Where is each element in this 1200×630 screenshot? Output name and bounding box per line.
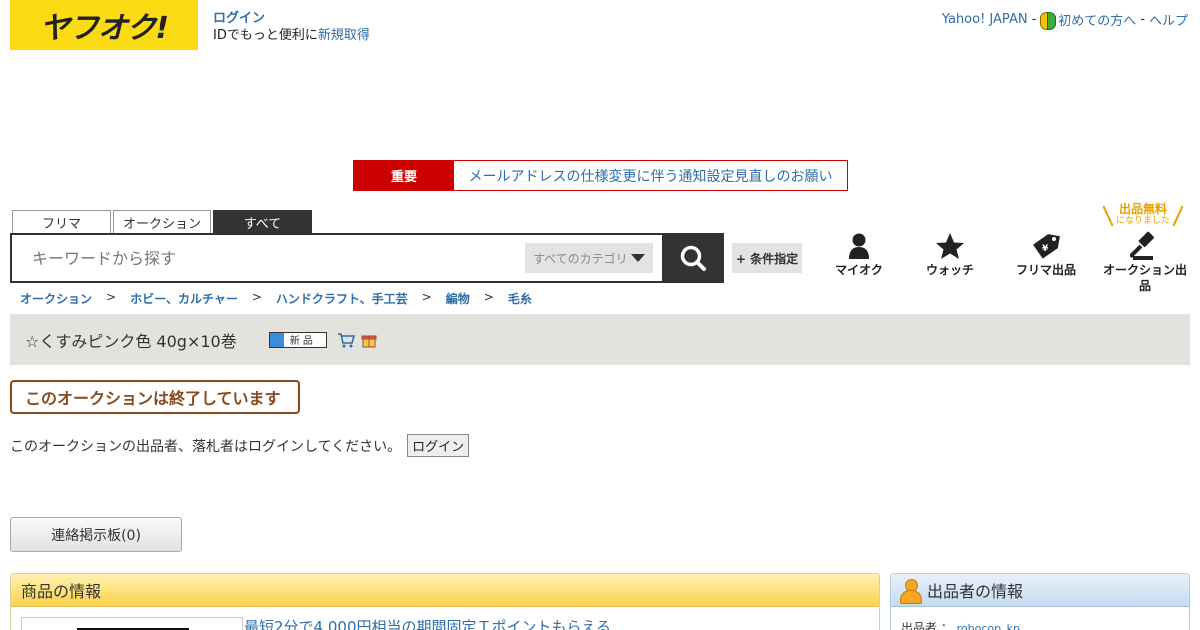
separator: - [1031, 12, 1037, 27]
new-item-badge: 新 品 [268, 331, 327, 348]
flea-listing-label: フリマ出品 [1015, 263, 1076, 277]
seller-person-icon [899, 578, 922, 604]
separator: - [1140, 12, 1145, 27]
search-icon [680, 245, 706, 271]
seller-info-heading: 出品者の情報 [927, 582, 1024, 601]
yahoo-japan-link[interactable]: Yahoo! JAPAN [942, 12, 1028, 27]
seller-id-link[interactable]: robocop_kp [957, 622, 1020, 630]
free-badge-line1: 出品無料 [1118, 202, 1167, 216]
cart-icon [337, 332, 355, 347]
breadcrumb-item[interactable]: 編物 [446, 290, 470, 307]
login-link[interactable]: ログイン [213, 11, 265, 26]
search-input[interactable] [32, 247, 512, 269]
nav-icons: マイオク ウォッチ ¥ フリマ出品 オークション出品 [815, 230, 1200, 293]
breadcrumb: オークション > ホビー、カルチャー > ハンドクラフト、手工芸 > 編物 > … [20, 290, 532, 307]
product-info-heading: 商品の情報 [11, 574, 879, 607]
help-link[interactable]: ヘルプ [1149, 10, 1188, 29]
my-auction-link[interactable]: マイオク [828, 230, 890, 278]
seller-login-prompt-text: このオークションの出品者、落札者はログインしてください。 [10, 438, 402, 455]
free-listing-badge: 出品無料 になりました [1103, 203, 1183, 229]
login-button[interactable]: ログイン [407, 434, 470, 457]
logo-text: ヤフオク! [39, 11, 169, 46]
yahuoku-logo[interactable]: ヤフオク! [10, 0, 198, 50]
search-button[interactable] [662, 233, 724, 283]
user-icon [849, 233, 869, 259]
top-links: Yahoo! JAPAN - 初めての方へ - ヘルプ [942, 10, 1188, 30]
watch-label: ウォッチ [925, 263, 974, 277]
price-tag-icon: ¥ [1033, 234, 1060, 259]
new-badge-icon [269, 332, 284, 347]
tab-all[interactable]: すべて [213, 210, 312, 234]
watch-link[interactable]: ウォッチ [919, 230, 981, 278]
auction-listing-label: オークション出品 [1102, 263, 1187, 293]
important-notice[interactable]: 重要 メールアドレスの仕様変更に伴う通知設定見直しのお願い [353, 160, 848, 191]
breadcrumb-separator: > [251, 290, 262, 304]
seller-label: 出品者 ： [901, 621, 953, 630]
beginner-mark-icon [1040, 11, 1057, 30]
condition-button[interactable]: + 条件指定 [732, 243, 802, 273]
notice-message-link[interactable]: メールアドレスの仕様変更に伴う通知設定見直しのお願い [454, 161, 847, 190]
item-title-bar: ☆くすみピンク色 40g×10巻 新 品 [10, 314, 1190, 365]
seller-info-panel: 出品者の情報 出品者 ： robocop_kp [890, 573, 1190, 630]
category-select-label: すべてのカテゴリ [533, 251, 628, 266]
category-select[interactable]: すべてのカテゴリ [525, 243, 653, 273]
promo-banner-image[interactable] [21, 617, 243, 630]
search-box: すべてのカテゴリ [10, 233, 724, 283]
seller-info-header: 出品者の情報 [891, 574, 1189, 607]
seller-login-prompt: このオークションの出品者、落札者はログインしてください。 ログイン [10, 434, 470, 457]
login-prompt-text: IDでもっと便利に [213, 28, 318, 43]
tab-auction[interactable]: オークション [113, 210, 211, 234]
breadcrumb-item[interactable]: オークション [20, 290, 92, 307]
login-block: ログイン IDでもっと便利に新規取得 [213, 10, 370, 44]
auction-listing-link[interactable]: オークション出品 [1099, 230, 1191, 294]
product-info-panel: 商品の情報 最短2分で4,000円相当の期間固定Ｔポイントもらえる [10, 573, 880, 630]
register-link[interactable]: 新規取得 [318, 28, 370, 43]
notice-tag: 重要 [354, 161, 454, 190]
breadcrumb-item[interactable]: ハンドクラフト、手工芸 [276, 290, 408, 307]
beginners-link[interactable]: 初めての方へ [1058, 10, 1136, 29]
chevron-down-icon [631, 254, 645, 262]
seller-row: 出品者 ： robocop_kp [901, 619, 1020, 630]
breadcrumb-item[interactable]: 毛糸 [508, 290, 532, 307]
auction-ended-notice: このオークションは終了しています [10, 380, 300, 414]
breadcrumb-item[interactable]: ホビー、カルチャー [130, 290, 238, 307]
breadcrumb-separator: > [421, 290, 432, 304]
promo-link[interactable]: 最短2分で4,000円相当の期間固定Ｔポイントもらえる [244, 616, 611, 630]
message-board-button[interactable]: 連絡掲示板(0) [10, 517, 182, 552]
breadcrumb-separator: > [483, 290, 494, 304]
star-icon [936, 233, 964, 259]
my-auction-label: マイオク [835, 263, 883, 277]
search-tabs: フリマ オークション すべて [12, 210, 314, 234]
gift-icon [361, 335, 377, 347]
gavel-icon [1130, 231, 1155, 260]
svg-text:¥: ¥ [1042, 244, 1049, 254]
breadcrumb-separator: > [106, 290, 117, 304]
free-badge-line2: になりました [1115, 216, 1170, 226]
tab-flea-market[interactable]: フリマ [12, 210, 111, 234]
flea-listing-link[interactable]: ¥ フリマ出品 [1011, 230, 1081, 278]
item-title: ☆くすみピンク色 40g×10巻 [25, 331, 237, 351]
new-badge-label: 新 品 [289, 336, 313, 347]
